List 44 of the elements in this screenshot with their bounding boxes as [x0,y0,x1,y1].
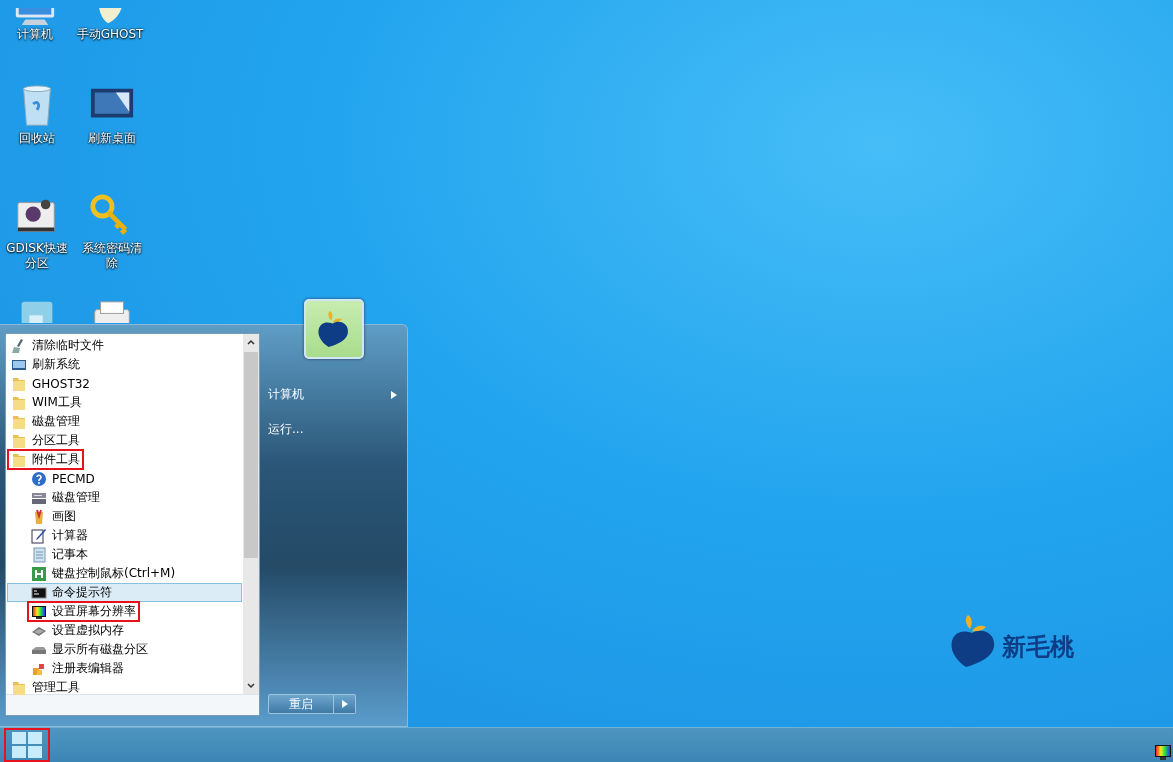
h-key-icon [31,565,47,582]
pen-icon [31,527,47,544]
menu-item[interactable]: 磁盘管理 [7,412,242,431]
folder-icon [11,394,27,411]
scroll-up-icon[interactable] [246,337,256,347]
user-picture[interactable] [304,299,364,359]
restart-button[interactable]: 重启 [268,694,334,714]
menu-item[interactable]: 显示所有磁盘分区 [7,640,242,659]
scrollbar[interactable] [243,334,259,694]
power-options-button[interactable] [334,694,356,714]
menu-item[interactable]: PECMD [7,469,242,488]
submenu-arrow-icon [391,390,397,399]
menu-item[interactable]: GHOST32 [7,374,242,393]
menu-item[interactable]: 清除临时文件 [7,336,242,355]
folder-icon [11,451,27,468]
folder-icon [11,413,27,430]
color-screen-icon [31,603,47,620]
logo-text: 新毛桃 [1002,632,1074,663]
notepad-icon [31,546,47,563]
menu-item[interactable]: WIM工具 [7,393,242,412]
menu-item[interactable]: 设置虚拟内存 [7,621,242,640]
menu-item[interactable]: 管理工具 [7,678,242,697]
folder-icon [11,375,27,392]
help-icon [31,470,47,487]
arrow-icon [341,700,348,708]
menu-item[interactable]: 画图 [7,507,242,526]
menu-item[interactable]: 分区工具 [7,431,242,450]
folder-icon [11,432,27,449]
folder-icon [11,679,27,696]
menu-item[interactable]: 刷新系统 [7,355,242,374]
menu-item[interactable]: 磁盘管理 [7,488,242,507]
start-button[interactable] [4,728,50,762]
menu-item[interactable]: 命令提示符 [7,583,242,602]
menu-item[interactable]: 记事本 [7,545,242,564]
menu-link[interactable]: 计算机 [268,377,397,412]
menu-item[interactable]: 键盘控制鼠标(Ctrl+M) [7,564,242,583]
menu-link[interactable]: 运行... [268,412,397,447]
menu-item[interactable]: 设置屏幕分辨率 [7,602,242,621]
menu-item[interactable]: 计算器 [7,526,242,545]
console-icon [31,584,47,601]
menu-item[interactable]: 注册表编辑器 [7,659,242,678]
scroll-down-icon[interactable] [246,681,256,691]
menu-item[interactable]: 附件工具 [7,450,242,469]
color-screen-icon[interactable] [1155,744,1171,760]
